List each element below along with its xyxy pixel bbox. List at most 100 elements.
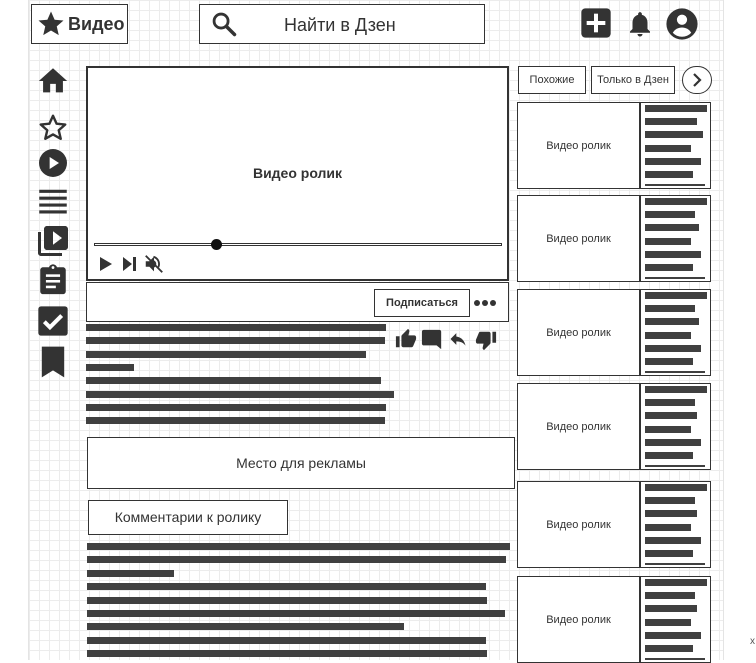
- related-text-line: [645, 497, 695, 505]
- related-text-line: [645, 105, 707, 112]
- related-text-line: [645, 371, 705, 373]
- related-video-card[interactable]: Видео ролик: [517, 481, 711, 568]
- dislike-icon[interactable]: [475, 329, 497, 351]
- comment-line: [87, 623, 404, 630]
- home-icon[interactable]: [35, 64, 71, 98]
- related-video-thumbnail[interactable]: Видео ролик: [518, 577, 641, 662]
- related-text-line: [645, 237, 691, 245]
- related-text-line: [645, 631, 701, 639]
- comment-line: [87, 543, 510, 550]
- text-line: [86, 337, 385, 344]
- bookmark-icon[interactable]: [39, 345, 67, 379]
- related-text-line: [645, 425, 691, 433]
- related-text-line: [645, 605, 697, 613]
- text-line: [86, 351, 366, 358]
- related-text-line: [645, 536, 701, 544]
- play-icon[interactable]: [98, 255, 114, 273]
- related-video-thumbnail[interactable]: Видео ролик: [518, 103, 641, 188]
- comment-line: [87, 556, 506, 563]
- ad-placeholder: Место для рекламы: [87, 437, 515, 489]
- play-circle-icon[interactable]: [37, 147, 69, 179]
- related-text-line: [645, 438, 701, 446]
- related-text-line: [645, 171, 693, 178]
- related-video-card[interactable]: Видео ролик: [517, 383, 711, 470]
- video-label: Видео ролик: [252, 165, 343, 181]
- search-placeholder: Найти в Дзен: [284, 15, 396, 35]
- video-player[interactable]: Видео ролик: [86, 66, 509, 281]
- seek-handle[interactable]: [210, 239, 222, 250]
- chip-only-dzen[interactable]: Только в Дзен: [591, 66, 675, 94]
- related-video-text: [645, 198, 707, 279]
- related-video-card[interactable]: Видео ролик: [517, 576, 711, 663]
- mute-icon[interactable]: [143, 253, 165, 275]
- search-input[interactable]: Найти в Дзен: [199, 4, 485, 44]
- comments-button[interactable]: Комментарии к ролику: [88, 500, 288, 535]
- comment-line: [87, 570, 174, 577]
- related-text-line: [645, 277, 705, 279]
- related-text-line: [645, 465, 705, 467]
- related-text-line: [645, 118, 697, 126]
- related-video-card[interactable]: Видео ролик: [517, 289, 711, 376]
- comment-line: [87, 583, 486, 590]
- related-text-line: [645, 198, 707, 205]
- related-text-line: [645, 550, 693, 557]
- margin-note: x: [750, 636, 755, 647]
- more-icon[interactable]: [474, 299, 496, 307]
- related-text-line: [645, 344, 701, 352]
- related-video-card[interactable]: Видео ролик: [517, 102, 711, 189]
- related-video-thumbnail[interactable]: Видео ролик: [518, 290, 641, 375]
- star-outline-icon[interactable]: [37, 112, 69, 144]
- related-video-thumbnail[interactable]: Видео ролик: [518, 196, 641, 281]
- plus-icon[interactable]: [580, 7, 612, 39]
- related-text-line: [645, 184, 705, 186]
- comment-icon[interactable]: [421, 328, 443, 350]
- menu-icon[interactable]: [37, 186, 69, 216]
- video-library-icon[interactable]: [35, 223, 71, 259]
- comment-line: [87, 650, 487, 657]
- text-line: [86, 364, 134, 371]
- user-icon[interactable]: [665, 7, 699, 41]
- chevron-right-icon: [693, 73, 702, 87]
- checkbox-icon[interactable]: [37, 305, 69, 337]
- bell-icon[interactable]: [625, 8, 655, 40]
- channel-bar: Подписаться: [86, 282, 509, 322]
- text-line: [86, 391, 394, 398]
- comment-line: [87, 597, 487, 604]
- comment-line: [87, 610, 505, 617]
- related-text-line: [645, 592, 695, 600]
- related-video-thumbnail[interactable]: Видео ролик: [518, 384, 641, 469]
- logo[interactable]: Видео: [31, 4, 128, 44]
- like-icon[interactable]: [395, 328, 417, 350]
- related-text-line: [645, 292, 707, 299]
- text-line: [86, 377, 381, 384]
- related-text-line: [645, 412, 697, 420]
- comment-line: [87, 637, 486, 644]
- search-icon: [212, 12, 237, 37]
- related-text-line: [645, 264, 693, 271]
- related-video-text: [645, 105, 707, 186]
- chip-similar[interactable]: Похожие: [518, 66, 586, 94]
- related-video-text: [645, 484, 707, 565]
- related-text-line: [645, 386, 707, 393]
- reply-icon[interactable]: [447, 329, 469, 349]
- next-chip-button[interactable]: [682, 66, 712, 94]
- skip-next-icon[interactable]: [121, 255, 139, 273]
- related-text-line: [645, 157, 701, 165]
- clipboard-icon[interactable]: [36, 262, 70, 298]
- related-video-text: [645, 292, 707, 373]
- text-line: [86, 404, 386, 411]
- logo-text: Видео: [68, 13, 125, 34]
- related-video-text: [645, 579, 707, 660]
- related-text-line: [645, 144, 691, 152]
- related-video-thumbnail[interactable]: Видео ролик: [518, 482, 641, 567]
- related-video-card[interactable]: Видео ролик: [517, 195, 711, 282]
- related-text-line: [645, 250, 701, 258]
- related-video-text: [645, 386, 707, 467]
- related-text-line: [645, 523, 691, 531]
- subscribe-button[interactable]: Подписаться: [374, 289, 470, 317]
- seek-bar[interactable]: [94, 243, 502, 246]
- related-text-line: [645, 305, 695, 313]
- related-text-line: [645, 618, 691, 626]
- related-text-line: [645, 224, 699, 232]
- related-text-line: [645, 452, 693, 459]
